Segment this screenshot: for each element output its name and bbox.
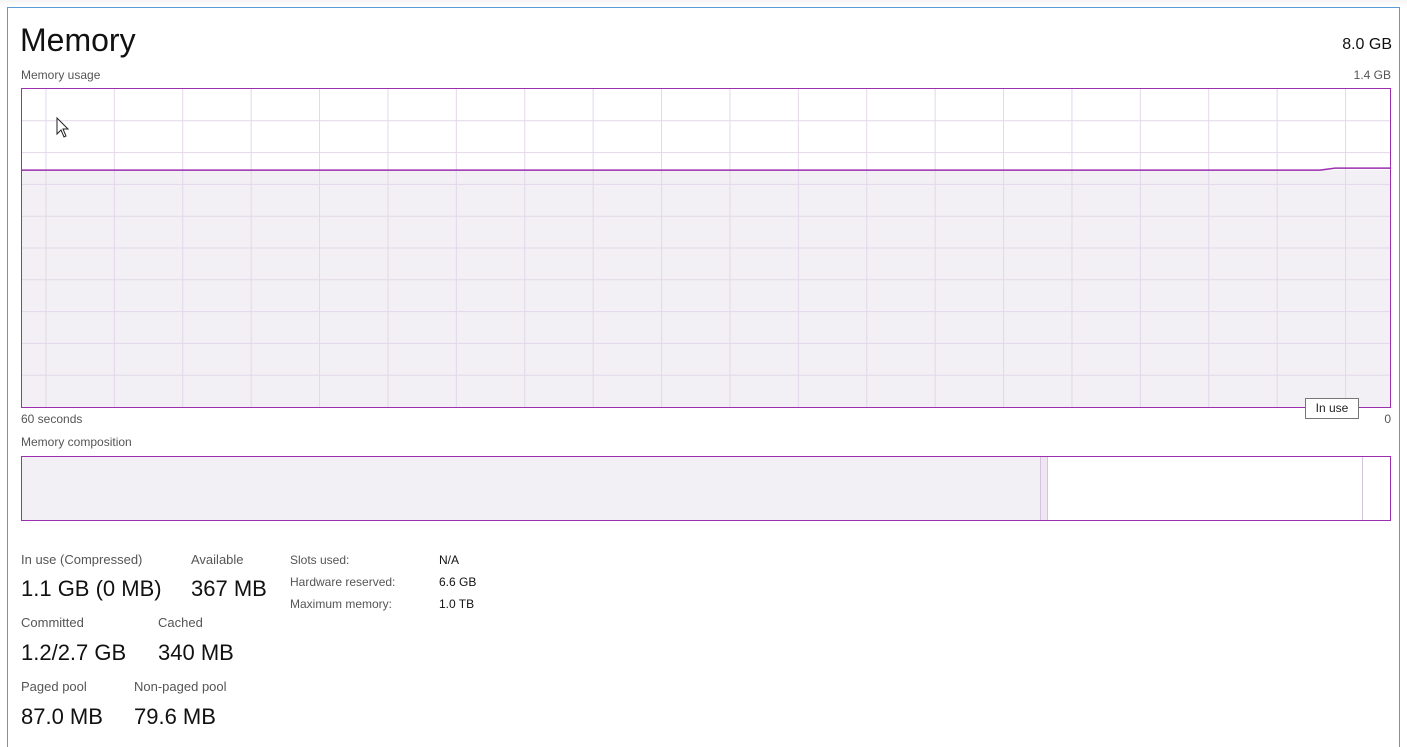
paged-pool-label: Paged pool <box>21 679 87 694</box>
in-use-line <box>22 167 1390 171</box>
composition-modified-segment[interactable] <box>1041 457 1048 520</box>
non-paged-pool-value: 79.6 MB <box>134 704 216 729</box>
slots-used-label: Slots used: <box>290 553 350 567</box>
available-value: 367 MB <box>191 576 267 601</box>
paged-pool-value: 87.0 MB <box>21 704 103 729</box>
page-title: Memory <box>20 22 136 58</box>
memory-usage-max-label: 1.4 GB <box>1353 68 1391 82</box>
graph-min-label: 0 <box>1384 412 1391 426</box>
memory-usage-label: Memory usage <box>21 68 101 82</box>
available-label: Available <box>191 552 244 567</box>
maximum-memory-value: 1.0 TB <box>439 597 475 611</box>
time-span-label: 60 seconds <box>21 412 83 426</box>
in-use-value: 1.1 GB (0 MB) <box>21 576 162 601</box>
cached-value: 340 MB <box>158 640 234 665</box>
slots-used-value: N/A <box>439 553 460 567</box>
composition-standby-segment[interactable] <box>1048 457 1363 520</box>
cached-label: Cached <box>158 615 203 630</box>
non-paged-pool-label: Non-paged pool <box>134 679 227 694</box>
memory-composition-bar[interactable] <box>21 456 1391 521</box>
total-capacity: 8.0 GB <box>1342 36 1392 53</box>
memory-usage-plot <box>22 89 1390 407</box>
committed-label: Committed <box>21 615 84 630</box>
memory-usage-graph[interactable] <box>21 88 1391 408</box>
in-use-label: In use (Compressed) <box>21 552 143 567</box>
memory-composition-label: Memory composition <box>21 435 132 449</box>
composition-in-use-segment[interactable] <box>22 457 1041 520</box>
top-edge <box>0 0 1407 7</box>
composition-free-segment[interactable] <box>1363 457 1390 520</box>
hardware-reserved-value: 6.6 GB <box>439 575 477 589</box>
in-use-tooltip: In use <box>1305 398 1359 419</box>
mouse-pointer-icon <box>56 116 70 144</box>
in-use-area <box>22 170 1390 407</box>
hardware-reserved-label: Hardware reserved: <box>290 575 396 589</box>
maximum-memory-label: Maximum memory: <box>290 597 393 611</box>
committed-value: 1.2/2.7 GB <box>21 640 127 665</box>
